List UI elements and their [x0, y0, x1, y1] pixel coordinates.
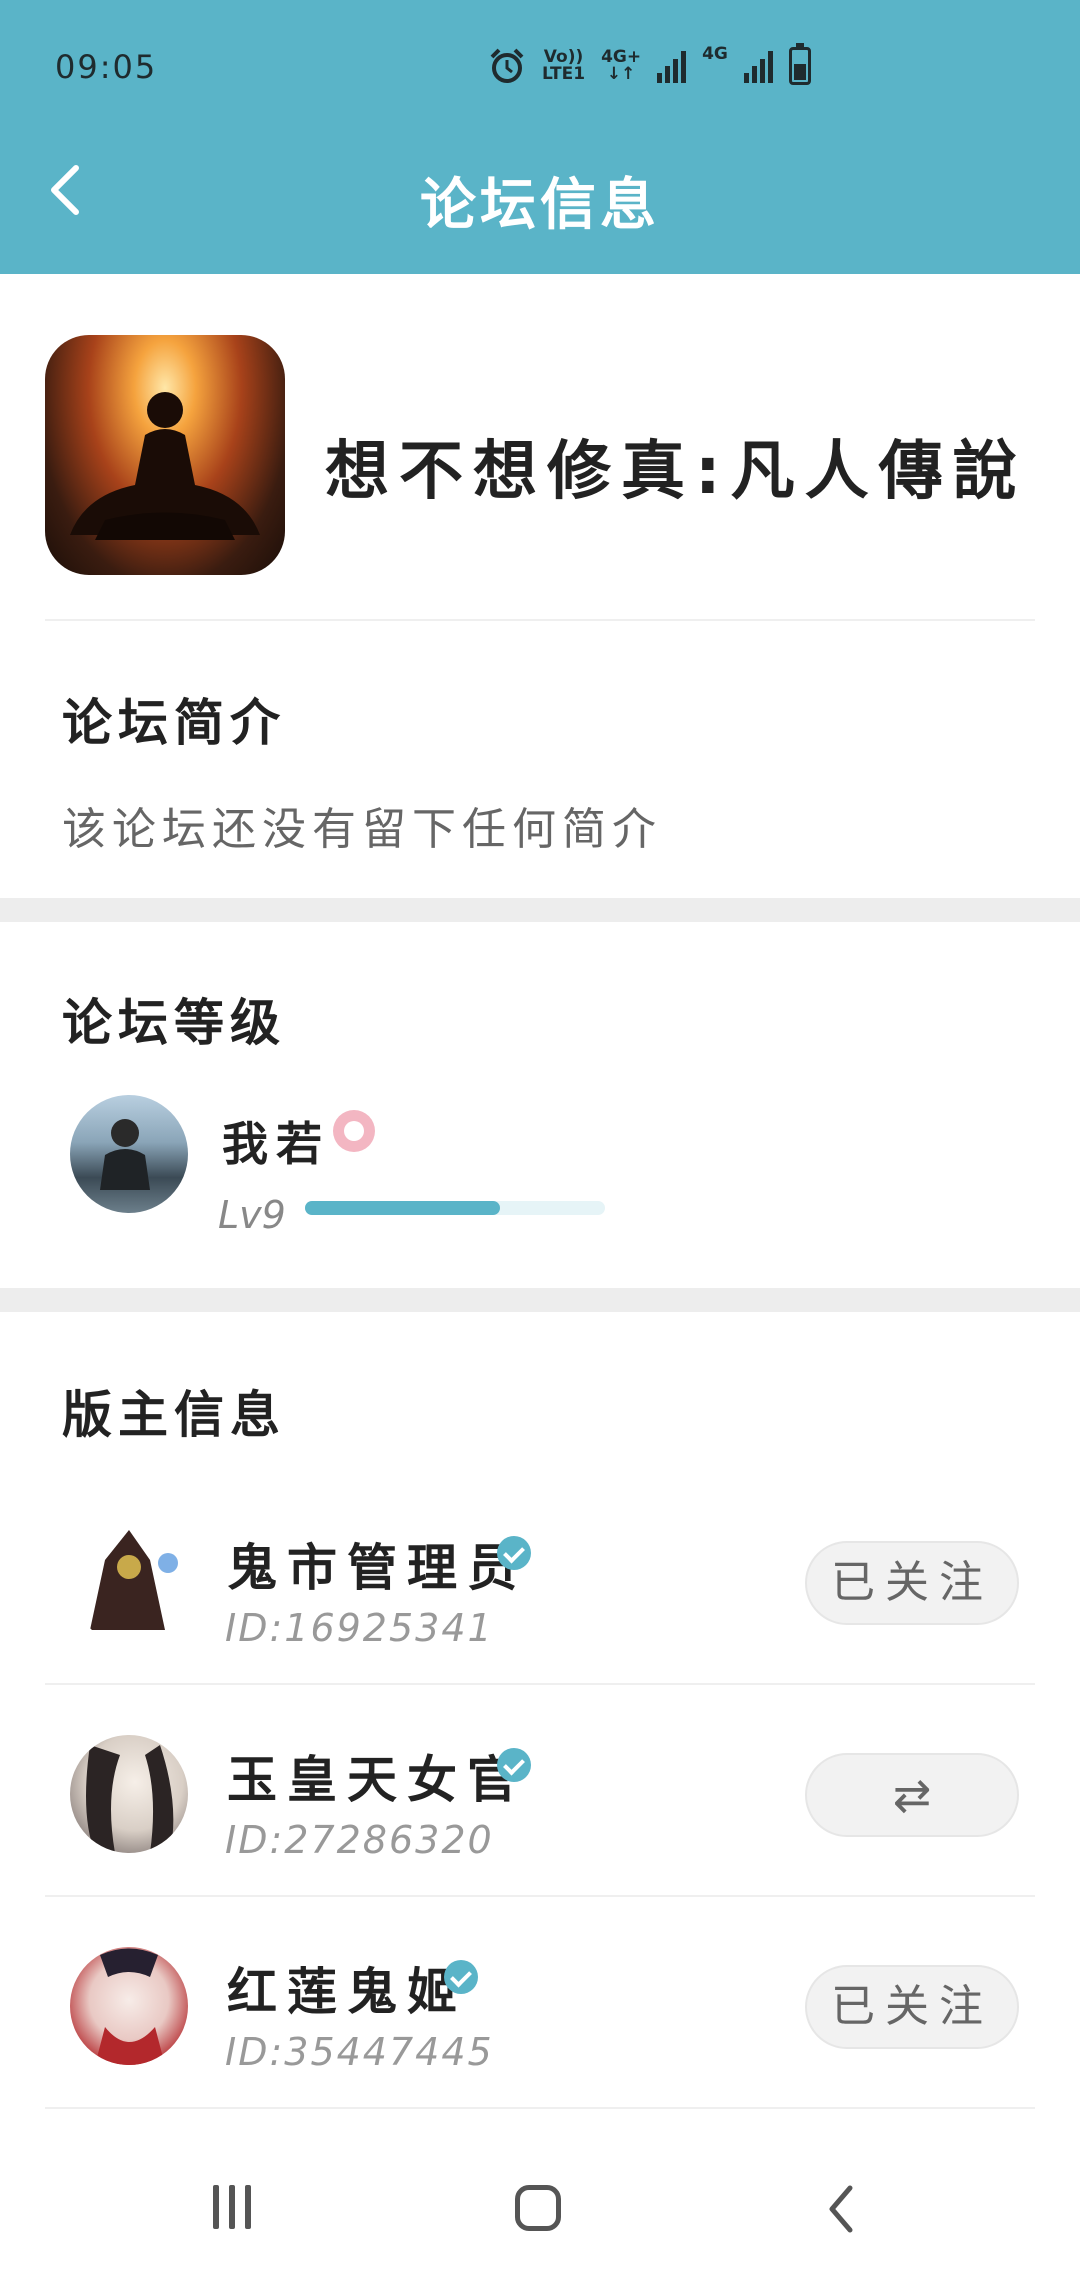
moderator-avatar[interactable] — [70, 1947, 188, 2065]
moderator-name[interactable]: 红莲鬼姬 — [227, 1952, 467, 2024]
alarm-icon — [490, 48, 524, 83]
moderator-id: ID:35447445 — [225, 2030, 494, 2074]
section-separator — [0, 898, 1080, 922]
signal-icon-2 — [743, 49, 773, 83]
meditating-figure-image — [70, 392, 260, 540]
moderator-id: ID:16925341 — [225, 1606, 494, 1650]
section-separator-2 — [0, 1288, 1080, 1312]
status-icons: Vo)) LTE1 4G+ ↓↑ 4G — [488, 43, 811, 88]
forum-icon — [45, 335, 285, 575]
divider — [45, 619, 1035, 621]
following-button[interactable]: 已关注 — [805, 1541, 1019, 1625]
network-4g-plus-indicator: 4G+ ↓↑ — [601, 47, 642, 84]
level-badge-icon — [333, 1110, 375, 1152]
home-icon[interactable] — [515, 2185, 561, 2231]
user-avatar[interactable] — [70, 1095, 188, 1213]
verified-icon — [444, 1960, 478, 1994]
divider — [45, 2107, 1035, 2109]
mutual-follow-button[interactable]: ⇄ — [805, 1753, 1019, 1837]
moderator-name[interactable]: 鬼市管理员 — [227, 1528, 527, 1600]
status-time: 09:05 — [55, 48, 158, 86]
moderator-avatar[interactable] — [70, 1525, 188, 1643]
moderator-id: ID:27286320 — [225, 1818, 494, 1862]
back-icon[interactable] — [820, 2182, 864, 2236]
battery-icon — [788, 43, 811, 85]
recent-apps-icon[interactable] — [213, 2185, 257, 2229]
following-button[interactable]: 已关注 — [805, 1965, 1019, 2049]
verified-icon — [497, 1748, 531, 1782]
moderators-section-title: 版主信息 — [62, 1386, 286, 1444]
user-name: 我若 — [222, 1117, 330, 1171]
divider — [45, 1895, 1035, 1897]
divider — [45, 1683, 1035, 1685]
network-4g-indicator: 4G — [702, 44, 728, 64]
level-section-title: 论坛等级 — [62, 994, 286, 1052]
page-title: 论坛信息 — [420, 173, 660, 238]
app-header: 09:05 Vo)) LTE1 4G+ ↓↑ 4G 论坛信息 — [0, 0, 1080, 274]
forum-name: 想不想修真:凡人傳說 — [325, 435, 1027, 509]
level-progress-fill — [305, 1201, 500, 1215]
level-progress-bar — [305, 1201, 605, 1215]
intro-section-title: 论坛简介 — [62, 694, 286, 752]
signal-icon — [657, 49, 687, 83]
intro-text: 该论坛还没有留下任何简介 — [62, 804, 662, 855]
volte-indicator: Vo)) LTE1 — [542, 47, 586, 84]
user-level: Lv9 — [218, 1193, 286, 1237]
moderator-name[interactable]: 玉皇天女官 — [227, 1740, 527, 1812]
verified-icon — [497, 1536, 531, 1570]
moderator-avatar[interactable] — [70, 1735, 188, 1853]
